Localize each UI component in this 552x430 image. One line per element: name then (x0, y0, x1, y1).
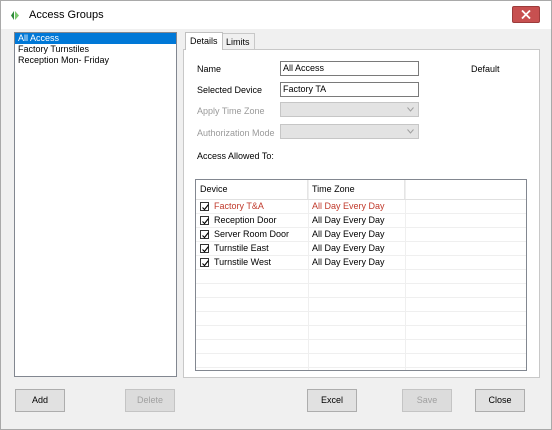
add-button[interactable]: Add (15, 389, 65, 412)
authorization-mode-label: Authorization Mode (197, 128, 275, 138)
empty-row (196, 298, 526, 312)
list-item[interactable]: Reception Mon- Friday (15, 55, 176, 66)
list-item[interactable]: Factory Turnstiles (15, 44, 176, 55)
row-checkbox[interactable] (200, 244, 209, 253)
access-allowed-label: Access Allowed To: (197, 151, 274, 161)
device-cell: Reception Door (214, 215, 277, 225)
tab-limits[interactable]: Limits (221, 33, 255, 49)
table-row[interactable]: Turnstile East All Day Every Day (196, 242, 526, 256)
excel-button[interactable]: Excel (307, 389, 357, 412)
row-checkbox[interactable] (200, 258, 209, 267)
app-icon (10, 10, 21, 21)
time-zone-cell: All Day Every Day (312, 215, 385, 225)
chevron-down-icon (407, 129, 414, 134)
time-zone-select[interactable] (280, 102, 419, 117)
tab-details[interactable]: Details (185, 32, 223, 50)
table-row[interactable]: Turnstile West All Day Every Day (196, 256, 526, 270)
device-cell: Server Room Door (214, 229, 290, 239)
empty-row (196, 354, 526, 368)
time-zone-cell: All Day Every Day (312, 257, 385, 267)
time-zone-column-header[interactable]: Time Zone (308, 180, 405, 199)
name-label: Name (197, 64, 222, 74)
time-zone-cell: All Day Every Day (312, 229, 385, 239)
list-item[interactable]: All Access (15, 33, 176, 44)
access-groups-window: Access Groups All Access Factory Turnsti… (0, 0, 552, 430)
time-zone-cell: All Day Every Day (312, 243, 385, 253)
empty-row (196, 326, 526, 340)
apply-time-zone-label: Apply Time Zone (197, 106, 265, 116)
selected-device-field[interactable]: Factory TA (280, 82, 419, 97)
details-panel: Name All Access Default Selected Device … (183, 49, 540, 378)
close-button[interactable]: Close (475, 389, 525, 412)
table-row[interactable]: Factory T&A All Day Every Day (196, 200, 526, 214)
empty-row (196, 340, 526, 354)
access-grid[interactable]: Device Time Zone Factory T&A All Day Eve… (195, 179, 527, 371)
device-cell: Turnstile East (214, 243, 269, 253)
authorization-mode-select[interactable] (280, 124, 419, 139)
row-checkbox[interactable] (200, 202, 209, 211)
empty-row (196, 312, 526, 326)
save-button[interactable]: Save (402, 389, 452, 412)
check-icon (202, 260, 209, 267)
device-column-header[interactable]: Device (196, 180, 308, 199)
window-close-button[interactable] (512, 6, 540, 23)
check-icon (202, 218, 209, 225)
empty-row (196, 270, 526, 284)
check-icon (202, 204, 209, 211)
delete-button[interactable]: Delete (125, 389, 175, 412)
row-checkbox[interactable] (200, 216, 209, 225)
window-title: Access Groups (29, 9, 104, 21)
tab-control: Details Limits Name All Access Default S… (183, 32, 540, 378)
grid-header: Device Time Zone (196, 180, 526, 200)
empty-row (196, 284, 526, 298)
access-group-list[interactable]: All Access Factory Turnstiles Reception … (14, 32, 177, 377)
check-icon (202, 232, 209, 239)
row-checkbox[interactable] (200, 230, 209, 239)
chevron-down-icon (407, 107, 414, 112)
default-label: Default (471, 64, 500, 74)
name-field[interactable]: All Access (280, 61, 419, 76)
table-row[interactable]: Reception Door All Day Every Day (196, 214, 526, 228)
selected-device-label: Selected Device (197, 85, 263, 95)
table-row[interactable]: Server Room Door All Day Every Day (196, 228, 526, 242)
title-bar: Access Groups (1, 1, 551, 29)
close-icon (521, 10, 531, 19)
time-zone-cell: All Day Every Day (312, 201, 385, 211)
check-icon (202, 246, 209, 253)
device-cell: Turnstile West (214, 257, 272, 267)
device-cell: Factory T&A (214, 201, 264, 211)
